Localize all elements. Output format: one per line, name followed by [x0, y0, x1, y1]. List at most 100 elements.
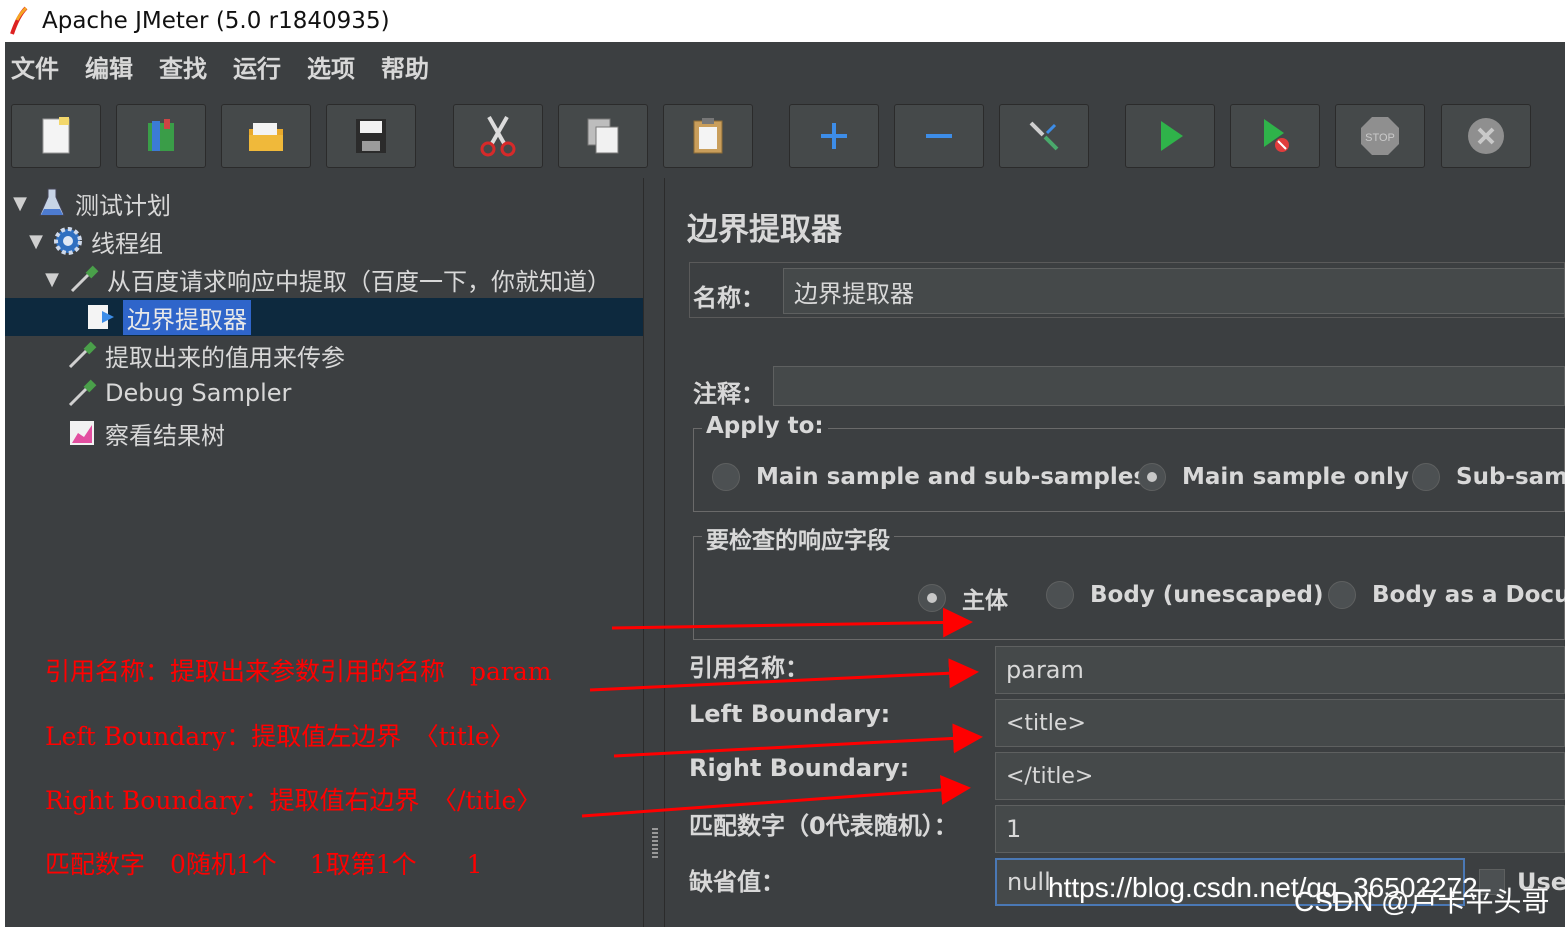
radio-button[interactable]	[1328, 581, 1356, 609]
radio-sub-samples[interactable]: Sub-samp	[1412, 463, 1565, 491]
left-boundary-label: Left Boundary:	[689, 700, 891, 728]
test-plan-tree: ▼ 测试计划 ▼ 线程组 ▼ 从百度请求响应中提取（百度一下，你就知道） 边界提…	[5, 180, 643, 927]
tree-node-test-plan[interactable]: ▼ 测试计划	[9, 184, 171, 222]
panel-title: 边界提取器	[687, 212, 842, 248]
toggle-button[interactable]	[999, 104, 1089, 168]
svg-text:STOP: STOP	[1365, 132, 1395, 144]
copy-button[interactable]	[558, 104, 648, 168]
tree-node-view-results-tree[interactable]: 察看结果树	[65, 414, 225, 452]
menu-options[interactable]: 选项	[307, 49, 355, 84]
menu-file[interactable]: 文件	[11, 49, 59, 84]
cut-button[interactable]	[453, 104, 543, 168]
right-boundary-label: Right Boundary:	[689, 754, 910, 782]
stop-icon: STOP	[1361, 117, 1399, 155]
tree-label-request: 从百度请求响应中提取（百度一下，你就知道）	[107, 267, 611, 296]
tree-node-param-request[interactable]: 提取出来的值用来传参	[65, 336, 345, 374]
radio-body[interactable]: 主体	[918, 581, 1008, 615]
menu-edit[interactable]: 编辑	[85, 49, 133, 84]
tree-node-request[interactable]: ▼ 从百度请求响应中提取（百度一下，你就知道）	[41, 260, 611, 298]
tree-node-boundary-extractor[interactable]: 边界提取器	[5, 298, 643, 336]
tree-label-param-request: 提取出来的值用来传参	[105, 343, 345, 372]
split-pane-divider[interactable]	[643, 178, 665, 927]
jmeter-feather-icon	[10, 6, 28, 35]
radio-main-and-sub[interactable]: Main sample and sub-samples	[712, 463, 1147, 491]
radio-button[interactable]	[1046, 581, 1074, 609]
toolbar: STOP	[5, 92, 1565, 176]
flask-icon	[35, 186, 69, 220]
start-no-pauses-button[interactable]	[1230, 104, 1320, 168]
pipette-icon	[67, 262, 101, 296]
ref-name-field[interactable]: param	[995, 646, 1565, 694]
ref-name-label: 引用名称：	[689, 654, 809, 682]
pipette-icon	[65, 338, 99, 372]
match-number-label: 匹配数字（0代表随机）：	[689, 812, 958, 840]
annotation-match-number: 匹配数字 0随机1个 1取第1个 1	[45, 850, 483, 879]
menu-search[interactable]: 查找	[159, 49, 207, 84]
collapse-icon	[926, 134, 952, 138]
radio-button-selected[interactable]	[1138, 463, 1166, 491]
toggle-icon	[1029, 121, 1059, 151]
name-field[interactable]: 边界提取器	[783, 268, 1565, 314]
tree-label-view-results-tree: 察看结果树	[105, 421, 225, 450]
start-button[interactable]	[1125, 104, 1215, 168]
save-icon	[356, 119, 386, 153]
collapse-arrow-icon[interactable]: ▼	[41, 268, 63, 290]
comment-label: 注释：	[693, 380, 765, 408]
divider-grip-icon[interactable]	[652, 828, 658, 858]
new-icon	[42, 117, 70, 154]
start-no-pauses-icon	[1264, 119, 1289, 152]
templates-button[interactable]	[116, 104, 206, 168]
tree-label-thread-group: 线程组	[91, 229, 163, 258]
radio-main-only[interactable]: Main sample only	[1138, 463, 1409, 491]
paste-icon	[693, 118, 723, 154]
tree-node-thread-group[interactable]: ▼ 线程组	[25, 222, 163, 260]
expand-all-button[interactable]	[789, 104, 879, 168]
left-boundary-field[interactable]: <title>	[995, 699, 1565, 747]
radio-button[interactable]	[712, 463, 740, 491]
collapse-all-button[interactable]	[894, 104, 984, 168]
templates-icon	[148, 119, 174, 151]
open-icon	[249, 123, 283, 151]
window-title: Apache JMeter (5.0 r1840935)	[42, 8, 390, 34]
copy-icon	[587, 118, 619, 154]
tree-label-debug-sampler: Debug Sampler	[105, 379, 292, 407]
default-value-label: 缺省值：	[689, 868, 785, 896]
match-number-field[interactable]: 1	[995, 805, 1565, 853]
tree-node-debug-sampler[interactable]: Debug Sampler	[65, 374, 291, 412]
right-boundary-field[interactable]: </title>	[995, 752, 1565, 800]
collapse-arrow-icon[interactable]: ▼	[25, 230, 47, 252]
save-button[interactable]	[326, 104, 416, 168]
apply-to-group: Apply to: Main sample and sub-samples Ma…	[693, 413, 1565, 512]
radio-button[interactable]	[1412, 463, 1440, 491]
field-to-check-legend: 要检查的响应字段	[702, 521, 894, 555]
extractor-icon	[83, 300, 117, 334]
collapse-arrow-icon[interactable]: ▼	[9, 192, 31, 214]
new-button[interactable]	[11, 104, 101, 168]
shutdown-icon	[1468, 118, 1504, 154]
gear-icon	[51, 224, 85, 258]
cut-icon	[480, 116, 516, 157]
tree-label-boundary-extractor: 边界提取器	[123, 299, 251, 335]
open-button[interactable]	[221, 104, 311, 168]
start-icon	[1161, 121, 1183, 151]
shutdown-button[interactable]	[1441, 104, 1531, 168]
chart-icon	[65, 416, 99, 450]
window-titlebar: Apache JMeter (5.0 r1840935)	[0, 0, 1565, 42]
stop-button[interactable]: STOP	[1335, 104, 1425, 168]
comment-field[interactable]	[773, 366, 1565, 406]
jmeter-window: 文件 编辑 查找 运行 选项 帮助 STOP ▼ 测试计划 ▼ 线程组 ▼ 从百…	[5, 42, 1565, 927]
annotation-left-boundary: Left Boundary：提取值左边界 〈title〉	[45, 722, 515, 751]
menu-help[interactable]: 帮助	[381, 49, 429, 84]
paste-button[interactable]	[663, 104, 753, 168]
pipette-icon	[65, 376, 99, 410]
annotation-ref-name: 引用名称：提取出来参数引用的名称 param	[45, 657, 552, 686]
radio-body-unescaped[interactable]: Body (unescaped)	[1046, 581, 1324, 609]
name-label: 名称：	[693, 284, 765, 312]
radio-button-selected[interactable]	[918, 584, 946, 612]
menu-bar: 文件 编辑 查找 运行 选项 帮助	[5, 42, 1565, 90]
expand-icon	[821, 123, 847, 149]
tree-label-test-plan: 测试计划	[75, 191, 171, 220]
menu-run[interactable]: 运行	[233, 49, 281, 84]
radio-body-as-document[interactable]: Body as a Docum	[1328, 581, 1565, 609]
annotation-right-boundary: Right Boundary：提取值右边界 〈/title〉	[45, 786, 542, 815]
